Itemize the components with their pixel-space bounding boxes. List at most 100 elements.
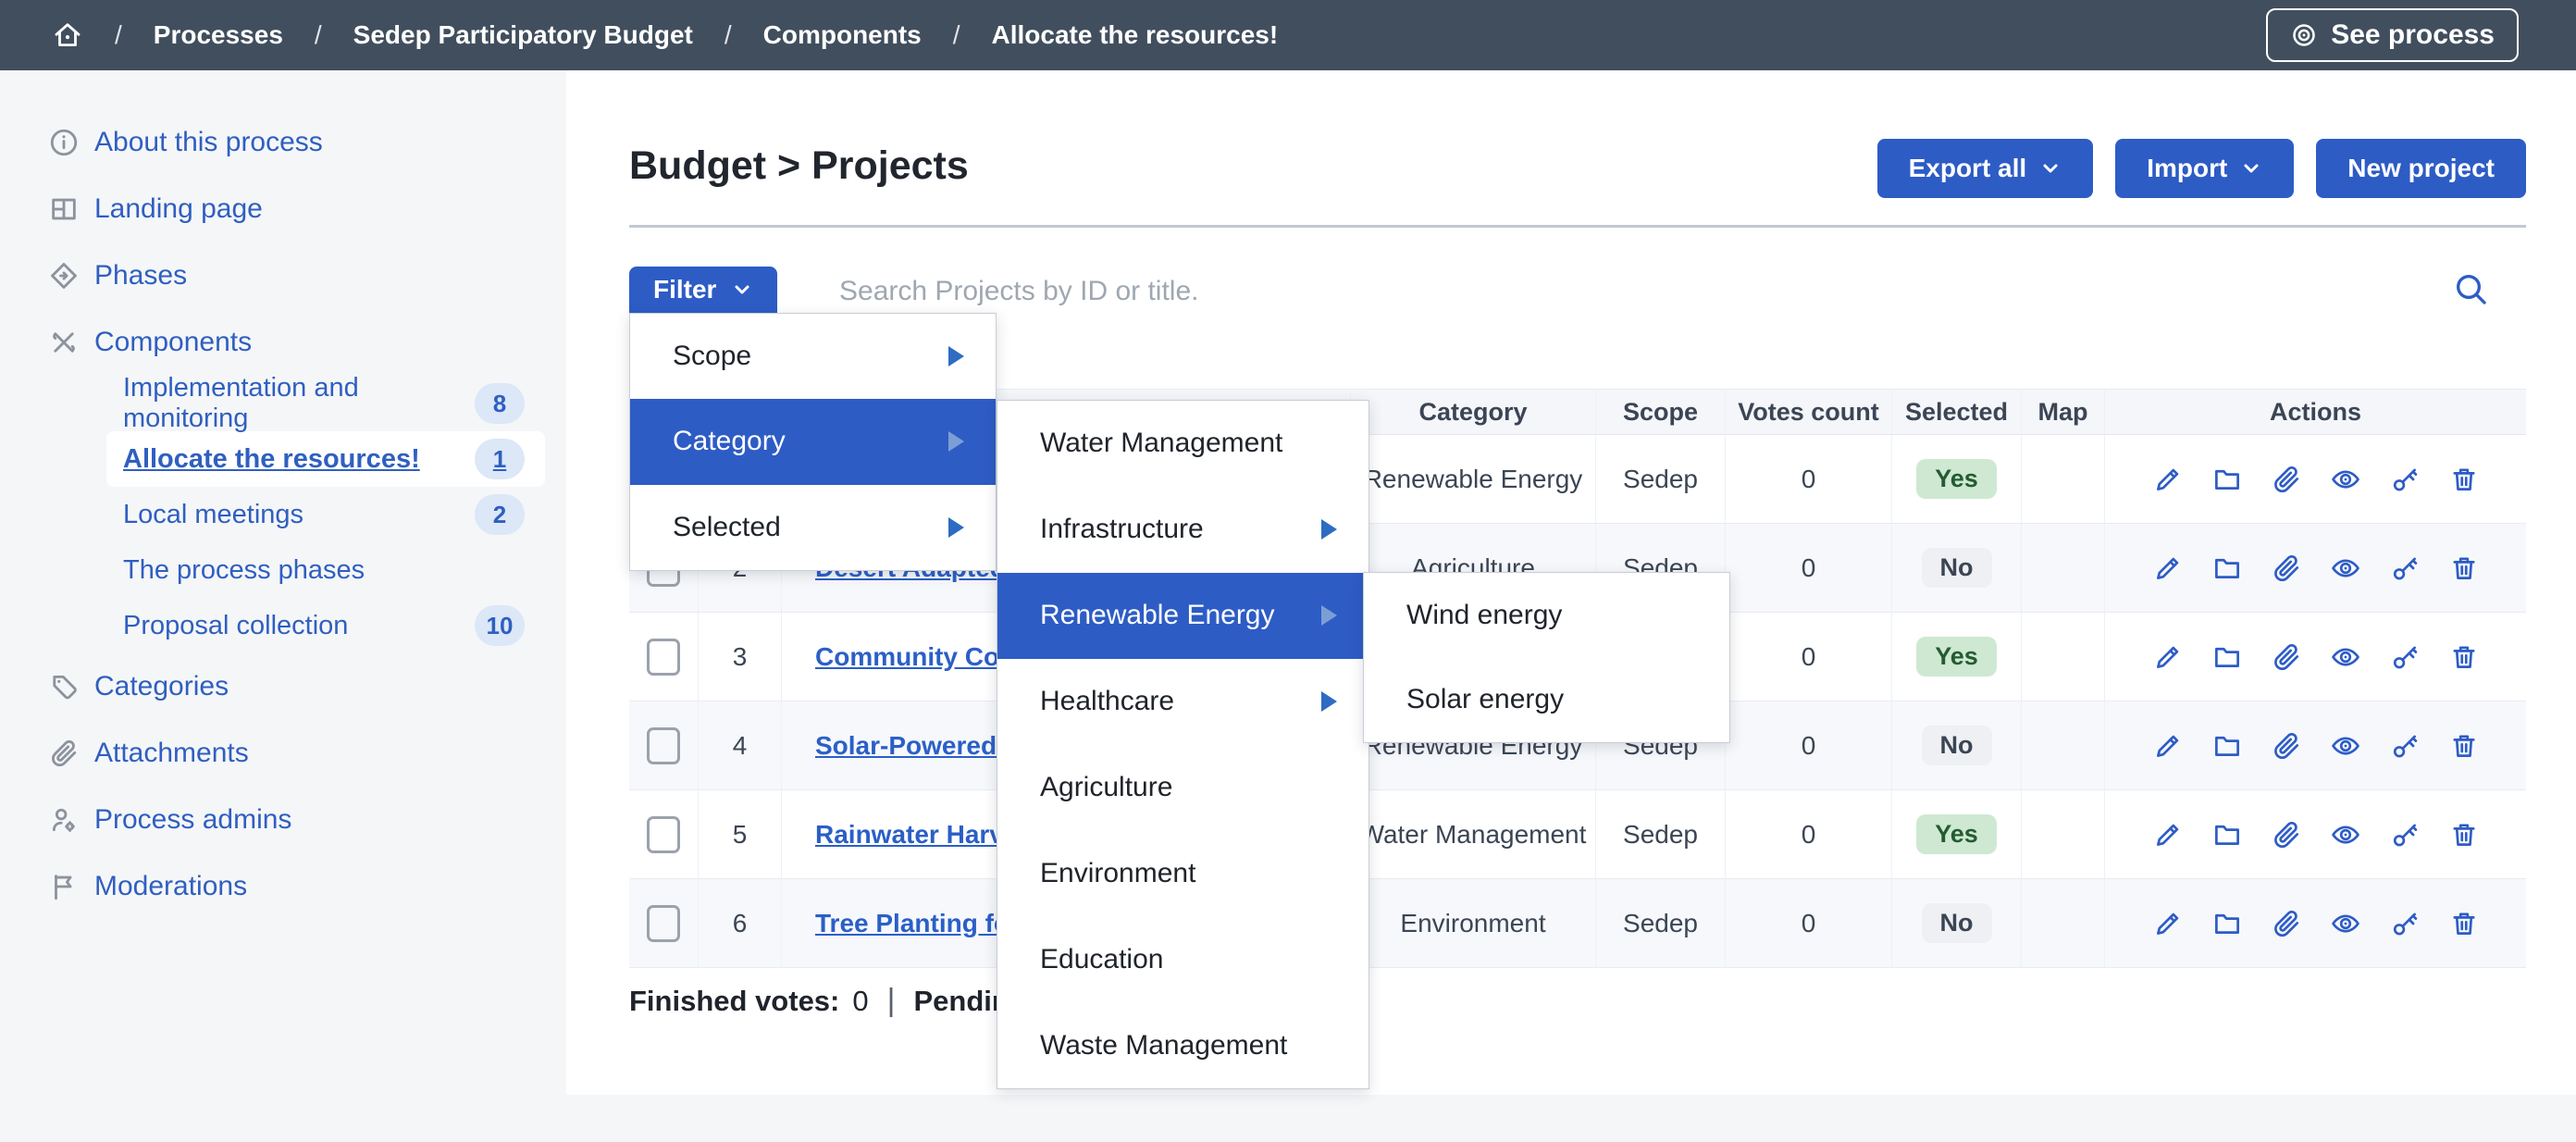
key-permissions-icon[interactable]: [2389, 908, 2421, 939]
preview-eye-icon[interactable]: [2330, 464, 2361, 495]
edit-icon[interactable]: [2152, 464, 2184, 495]
search-input[interactable]: [837, 267, 2396, 317]
import-button[interactable]: Import: [2115, 139, 2294, 198]
sidebar-item-label: Phases: [94, 260, 187, 292]
menu-item-education[interactable]: Education: [997, 916, 1368, 1002]
row-checkbox[interactable]: [647, 727, 680, 764]
sidebar-item-attachments[interactable]: Attachments: [0, 720, 566, 787]
trash-icon[interactable]: [2448, 552, 2480, 584]
preview-eye-icon[interactable]: [2330, 730, 2361, 762]
preview-eye-icon[interactable]: [2330, 819, 2361, 850]
menu-item-healthcare[interactable]: Healthcare: [997, 659, 1368, 745]
folder-icon[interactable]: [2211, 908, 2243, 939]
sidebar-item-moderations[interactable]: Moderations: [0, 853, 566, 920]
breadcrumb-process-name[interactable]: Sedep Participatory Budget: [353, 20, 693, 50]
paperclip-icon[interactable]: [2271, 908, 2302, 939]
key-permissions-icon[interactable]: [2389, 819, 2421, 850]
preview-eye-icon[interactable]: [2330, 552, 2361, 584]
chevron-down-icon: [731, 279, 753, 301]
menu-item-label: Education: [1040, 944, 1321, 975]
chevron-down-icon: [2240, 157, 2262, 180]
project-map-cell: [2022, 790, 2105, 879]
sidebar-item-phases[interactable]: Phases: [0, 242, 566, 309]
sidebar-subitem-the-process-phases[interactable]: The process phases: [106, 542, 545, 598]
paperclip-icon[interactable]: [2271, 641, 2302, 673]
edit-icon[interactable]: [2152, 552, 2184, 584]
row-checkbox[interactable]: [647, 639, 680, 676]
menu-item-label: Infrastructure: [1040, 514, 1321, 545]
sidebar-item-components[interactable]: Components: [0, 309, 566, 376]
menu-item-infrastructure[interactable]: Infrastructure: [997, 487, 1368, 573]
search-icon[interactable]: [2452, 270, 2489, 307]
trash-icon[interactable]: [2448, 908, 2480, 939]
menu-item-label: Selected: [673, 512, 948, 543]
row-actions: [2152, 730, 2480, 762]
key-permissions-icon[interactable]: [2389, 730, 2421, 762]
filter-button[interactable]: Filter: [629, 267, 777, 313]
key-permissions-icon[interactable]: [2389, 464, 2421, 495]
project-map-cell: [2022, 879, 2105, 968]
sidebar-subitem-local-meetings[interactable]: Local meetings 2: [106, 487, 545, 542]
edit-icon[interactable]: [2152, 819, 2184, 850]
menu-item-renewable-energy[interactable]: Renewable Energy: [997, 573, 1368, 659]
home-icon[interactable]: [52, 19, 83, 51]
project-title-link[interactable]: Solar-Powered S: [815, 731, 1022, 761]
menu-item-scope[interactable]: Scope: [630, 314, 996, 399]
new-project-button[interactable]: New project: [2316, 139, 2526, 198]
paperclip-icon[interactable]: [2271, 730, 2302, 762]
menu-item-water-management[interactable]: Water Management: [997, 401, 1368, 487]
trash-icon[interactable]: [2448, 641, 2480, 673]
paperclip-icon[interactable]: [2271, 552, 2302, 584]
key-permissions-icon[interactable]: [2389, 552, 2421, 584]
edit-icon[interactable]: [2152, 641, 2184, 673]
project-map-cell: [2022, 524, 2105, 613]
sidebar-item-landing-page[interactable]: Landing page: [0, 176, 566, 242]
menu-item-agriculture[interactable]: Agriculture: [997, 745, 1368, 831]
preview-eye-icon[interactable]: [2330, 641, 2361, 673]
trash-icon[interactable]: [2448, 819, 2480, 850]
edit-icon[interactable]: [2152, 908, 2184, 939]
sidebar-item-label: Components: [94, 327, 252, 358]
menu-item-waste-management[interactable]: Waste Management: [997, 1002, 1368, 1088]
sidebar-subitem-implementation-and-monitoring[interactable]: Implementation and monitoring 8: [106, 376, 545, 431]
header-category: Category: [1351, 389, 1596, 435]
row-checkbox[interactable]: [647, 905, 680, 942]
folder-icon[interactable]: [2211, 552, 2243, 584]
paperclip-icon[interactable]: [2271, 464, 2302, 495]
sidebar-item-about-this-process[interactable]: About this process: [0, 109, 566, 176]
sidebar-subitem-allocate-the-resources[interactable]: Allocate the resources! 1: [106, 431, 545, 487]
selected-badge: No: [1922, 548, 1992, 588]
folder-icon[interactable]: [2211, 730, 2243, 762]
project-title-link[interactable]: Rainwater Harve: [815, 820, 1018, 850]
sidebar-item-process-admins[interactable]: Process admins: [0, 787, 566, 853]
breadcrumb-separator: /: [953, 20, 960, 50]
breadcrumb-current[interactable]: Allocate the resources!: [992, 20, 1279, 50]
breadcrumb-processes[interactable]: Processes: [154, 20, 283, 50]
trash-icon[interactable]: [2448, 464, 2480, 495]
menu-item-wind-energy[interactable]: Wind energy: [1364, 573, 1729, 658]
menu-item-environment[interactable]: Environment: [997, 830, 1368, 916]
sidebar-item-categories[interactable]: Categories: [0, 653, 566, 720]
preview-eye-icon[interactable]: [2330, 908, 2361, 939]
trash-icon[interactable]: [2448, 730, 2480, 762]
key-permissions-icon[interactable]: [2389, 641, 2421, 673]
sidebar-subitem-label: Allocate the resources!: [123, 444, 420, 475]
see-process-button[interactable]: See process: [2266, 8, 2519, 62]
sidebar-subitem-proposal-collection[interactable]: Proposal collection 10: [106, 598, 545, 653]
folder-icon[interactable]: [2211, 819, 2243, 850]
edit-icon[interactable]: [2152, 730, 2184, 762]
project-title-link[interactable]: Community Con: [815, 642, 1015, 672]
breadcrumb-separator: /: [724, 20, 732, 50]
project-title-link[interactable]: Tree Planting fo: [815, 909, 1009, 938]
project-scope: Sedep: [1596, 435, 1726, 524]
menu-item-solar-energy[interactable]: Solar energy: [1364, 658, 1729, 743]
menu-item-category[interactable]: Category: [630, 399, 996, 484]
export-all-button[interactable]: Export all: [1877, 139, 2094, 198]
menu-item-selected[interactable]: Selected: [630, 485, 996, 570]
breadcrumb-components[interactable]: Components: [763, 20, 922, 50]
folder-icon[interactable]: [2211, 641, 2243, 673]
row-checkbox[interactable]: [647, 816, 680, 853]
paperclip-icon[interactable]: [2271, 819, 2302, 850]
project-votes-count: 0: [1726, 879, 1892, 968]
folder-icon[interactable]: [2211, 464, 2243, 495]
